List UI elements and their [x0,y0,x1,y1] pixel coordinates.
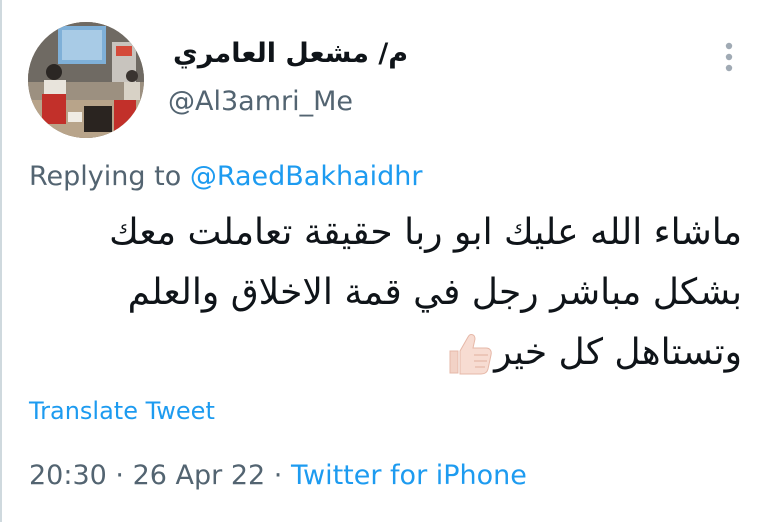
avatar-photo-icon [28,22,144,138]
tweet-date[interactable]: 26 Apr 22 [133,460,266,491]
author-handle[interactable]: @Al3amri_Me [168,86,353,117]
thumbs-up-icon [449,334,492,375]
tweet-text-line: وتستاهل كل خير [494,332,742,373]
author-display-name[interactable]: م/ مشعل العامري [168,38,408,69]
tweet-text-line: بشكل مباشر رجل في قمة الاخلاق والعلم [127,272,742,313]
translate-tweet-link[interactable]: Translate Tweet [29,397,215,425]
more-vertical-icon [725,42,733,72]
meta-separator: · [273,460,283,491]
more-options-button[interactable] [714,40,744,74]
tweet-text: ماشاء الله عليك ابو ربا حقيقة تعاملت معك… [22,203,742,383]
replying-prefix: Replying to [29,161,182,192]
tweet-text-line: ماشاء الله عليك ابو ربا حقيقة تعاملت معك [109,212,742,253]
tweet-time[interactable]: 20:30 [29,460,107,491]
meta-separator: · [115,460,124,491]
tweet-card: م/ مشعل العامري @Al3amri_Me Replying to … [0,0,768,522]
tweet-meta: 20:30 · 26 Apr 22 · Twitter for iPhone [29,460,527,491]
tweet-source-link[interactable]: Twitter for iPhone [291,460,527,491]
avatar[interactable] [28,22,144,138]
replying-to-line: Replying to @RaedBakhaidhr [29,161,423,192]
tweet-text-line-last: وتستاهل كل خير [22,323,742,383]
replying-to-mention-link[interactable]: @RaedBakhaidhr [190,161,423,192]
